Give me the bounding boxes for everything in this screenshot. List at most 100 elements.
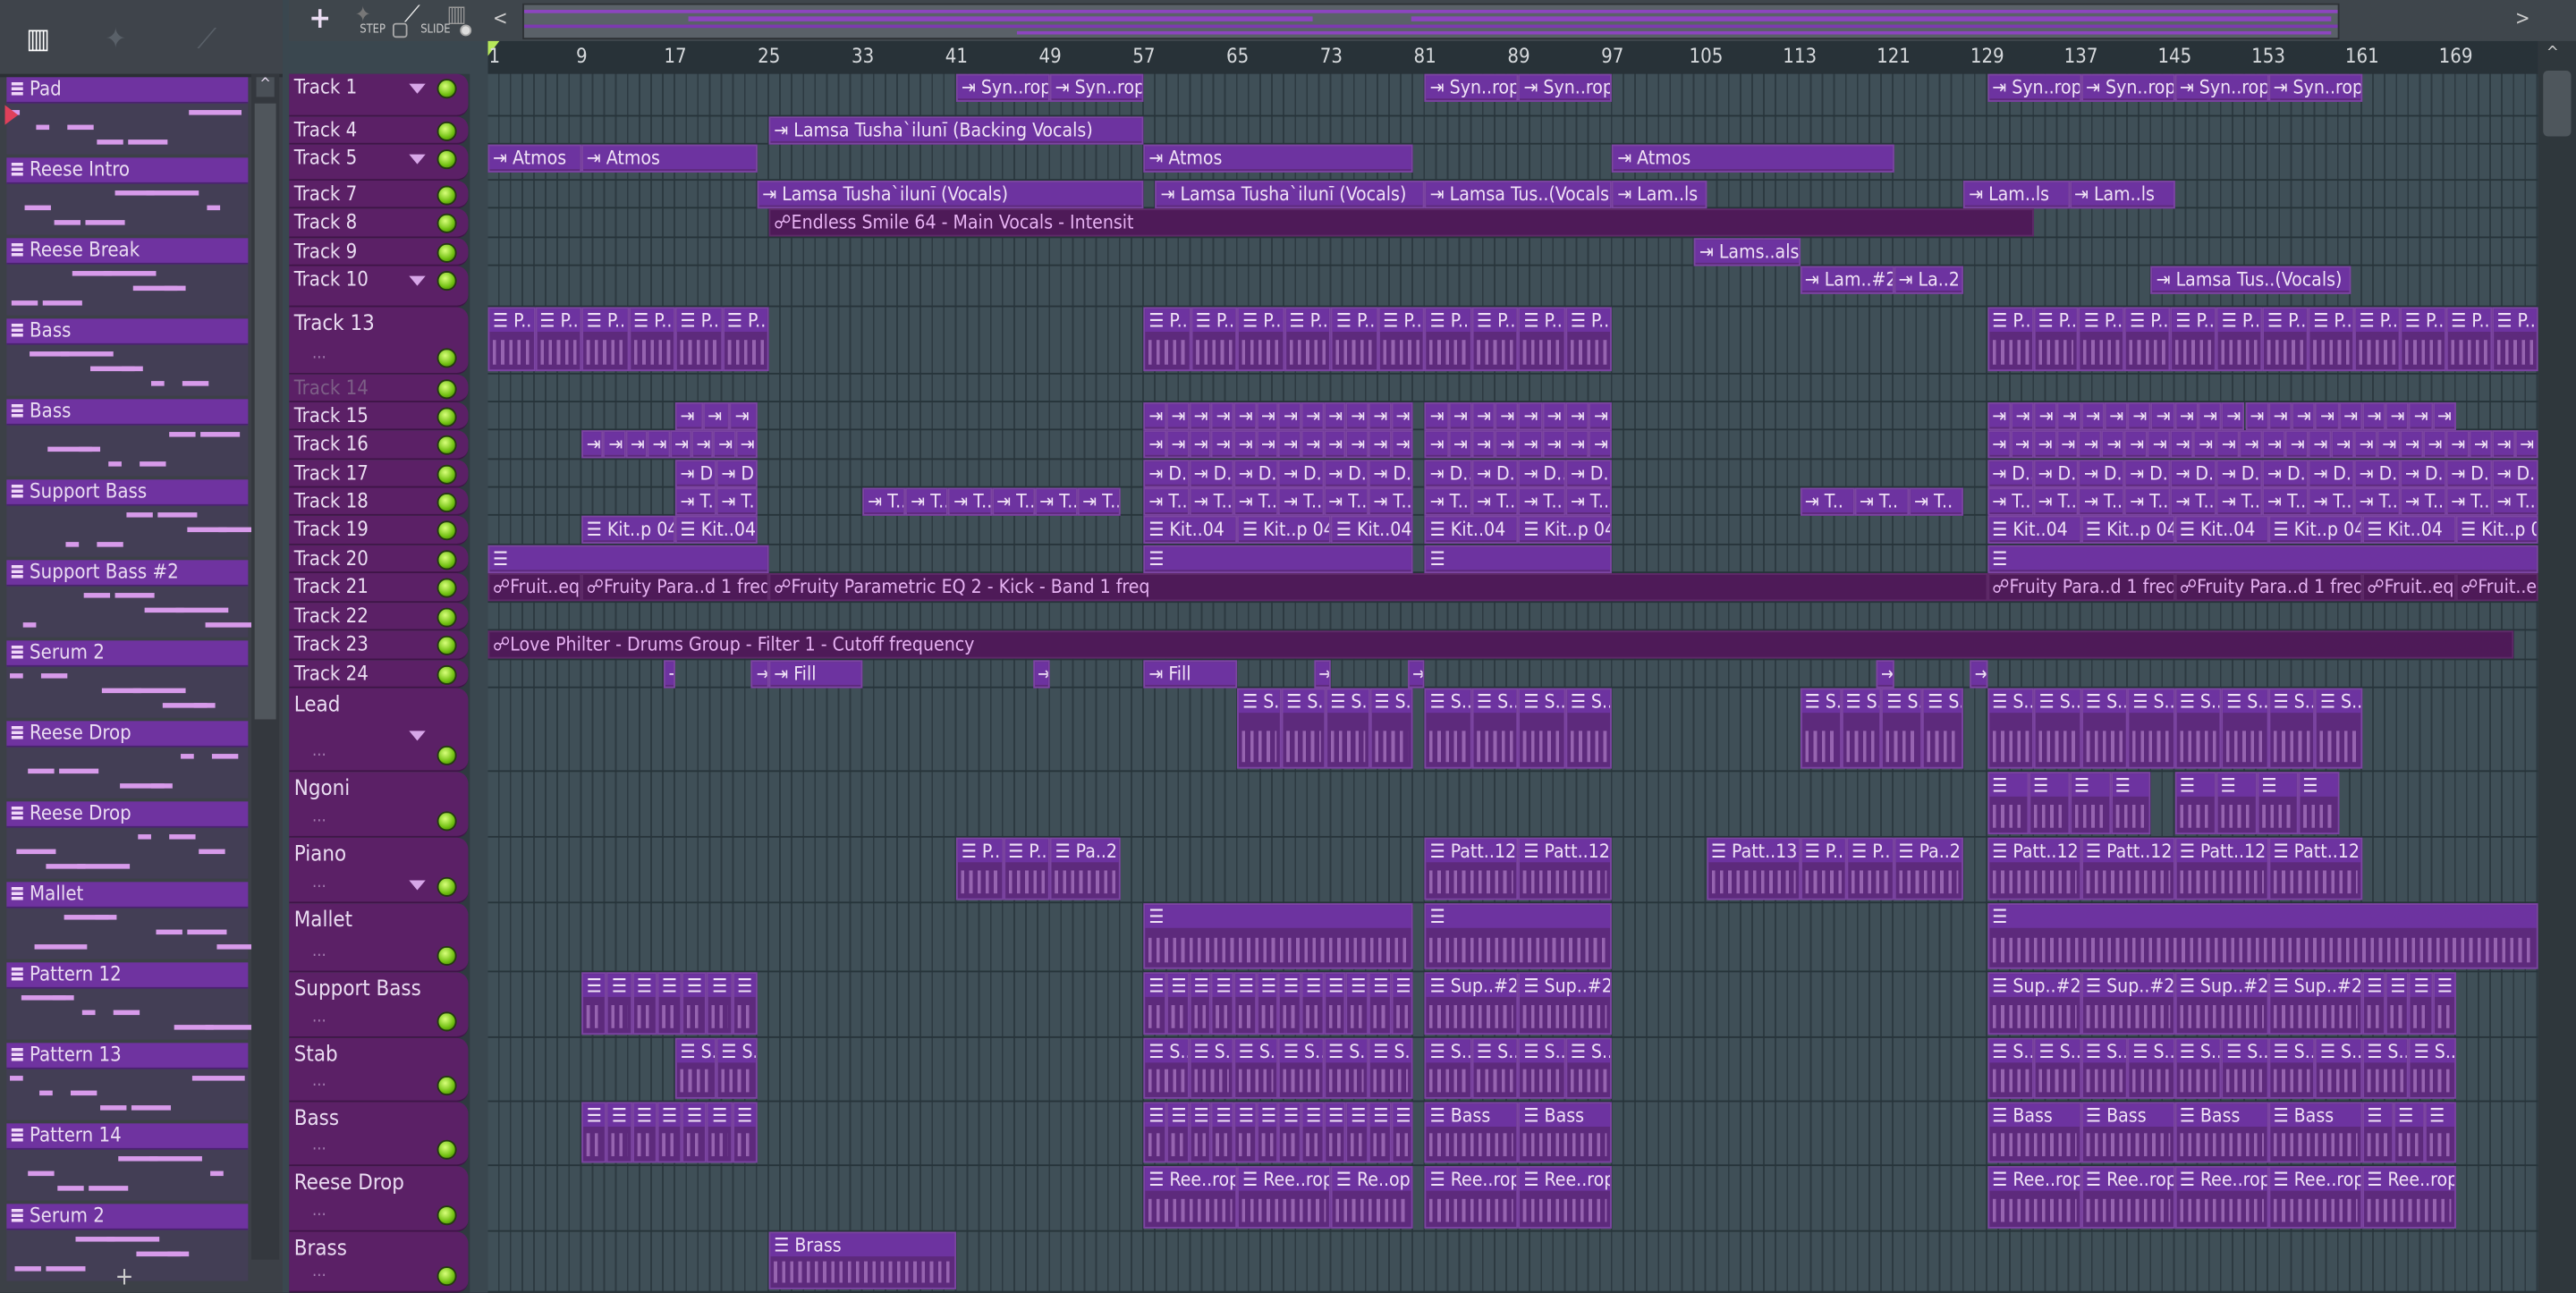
playlist-clip[interactable]: ⇥ D.. <box>1565 460 1613 488</box>
track-mute-button[interactable] <box>436 1205 457 1226</box>
track-dropdown-icon[interactable] <box>409 731 426 741</box>
playlist-clip[interactable]: ☰ S.. <box>1471 1037 1519 1099</box>
playlist-clip[interactable]: ⇥ T.. <box>1323 487 1368 516</box>
playlist-clip[interactable]: ☰ <box>2069 772 2111 835</box>
playlist-clip[interactable]: ☰ <box>487 545 769 574</box>
playlist-clip[interactable]: ☰ S.. <box>2080 1037 2128 1099</box>
playlist-clip[interactable]: ⇥ D.. <box>2262 460 2309 488</box>
playlist-clip[interactable]: ☰ S.. <box>1881 688 1923 769</box>
playlist-clip[interactable]: ⇥ <box>1143 430 1166 459</box>
playlist-clip[interactable]: ⇥ <box>647 430 670 459</box>
scroll-up-icon[interactable]: ^ <box>256 77 275 97</box>
track-lane[interactable]: ⇥ ⇥ ⇥ Fill⇥ ⇥ Fill⇥ ⇥ ⇥ ⇥ <box>487 660 2538 689</box>
playlist-clip[interactable]: ☰ P.. <box>628 307 676 372</box>
playlist-clip[interactable]: ☍Fruity Para..d 1 freq <box>2174 573 2362 602</box>
playlist-clip[interactable]: ⇥ <box>1323 430 1346 459</box>
playlist-clip[interactable]: ⇥ D.. <box>2124 460 2171 488</box>
playlist-clip[interactable]: ☰ S.. <box>1325 688 1369 769</box>
playlist-clip[interactable]: ⇥ D.. <box>675 460 716 488</box>
playlist-clip[interactable]: ☰ P.. <box>2033 307 2080 372</box>
playlist-clip[interactable]: ☰ <box>1987 903 2538 969</box>
channel-item[interactable]: Pattern 13 <box>6 1043 249 1120</box>
playlist-clip[interactable]: ☍Fruit..eq <box>2361 573 2456 602</box>
playlist-clip[interactable]: ☰ Kit..04 <box>2361 515 2456 544</box>
track-header[interactable]: Stab... <box>289 1037 469 1103</box>
track-lane[interactable]: ☰ S..☰ S..☰ S..☰ S..☰ S..☰ S..☰ S..☰ S..… <box>487 688 2538 773</box>
playlist-clip[interactable]: ☰ <box>581 1102 607 1163</box>
track-mute-button[interactable] <box>436 1266 457 1287</box>
playlist-clip[interactable]: ⇥ <box>2409 401 2433 431</box>
playlist-clip[interactable]: ⇥ D.. <box>2033 460 2080 488</box>
playlist-clip[interactable]: ☰ S.. <box>1189 1037 1234 1099</box>
track-dropdown-icon[interactable] <box>409 880 426 891</box>
track-header[interactable]: Track 1 <box>289 73 469 117</box>
playlist-clip[interactable]: ⇥ <box>2010 430 2034 459</box>
playlist-clip[interactable]: ⇥ D.. <box>1471 460 1519 488</box>
audio-wave-icon[interactable]: ✦ <box>106 23 127 56</box>
playlist-clip[interactable]: ⇥ <box>1565 430 1589 459</box>
track-header[interactable]: Mallet... <box>289 903 469 973</box>
playlist-clip[interactable]: ☰ Ree..rop <box>1425 1166 1519 1229</box>
playlist-clip[interactable]: ⇥ Lam..ls <box>2069 181 2175 209</box>
playlist-clip[interactable]: ⇥ Lams..als <box>1694 238 1801 266</box>
playlist-clip[interactable]: ⇥ Fill <box>768 660 863 689</box>
playlist-clip[interactable]: ⇥ <box>603 430 626 459</box>
playlist-clip[interactable]: ⇥ T.. <box>1518 487 1566 516</box>
playlist-clip[interactable]: ⇥ D.. <box>1987 460 2034 488</box>
playlist-clip[interactable]: ☰ Patt..12 <box>2268 837 2362 900</box>
playlist-clip[interactable]: ⇥ Lamsa Tus..(Vocals) <box>1425 181 1613 209</box>
playlist-clip[interactable]: ⇥ <box>2338 401 2362 431</box>
track-lane[interactable]: ☍Fruit..eq ☍Fruity Para..d 1 freq ☍Fruity … <box>487 573 2538 604</box>
playlist-clip[interactable]: ⇥ T.. <box>991 487 1035 516</box>
playlist-clip[interactable]: ☰ P.. <box>1518 307 1566 372</box>
playlist-clip[interactable]: ☰ <box>1425 545 1613 574</box>
playlist-clip[interactable]: ☰ <box>682 1102 708 1163</box>
playlist-clip[interactable]: ⇥ <box>2034 401 2058 431</box>
playlist-clip[interactable]: ⇥ <box>1876 660 1894 689</box>
playlist-clip[interactable]: ☰ Bass <box>2080 1102 2175 1163</box>
playlist-clip[interactable]: ⇥ <box>1425 401 1449 431</box>
playlist-clip[interactable]: ⇥ Lamsa Tusha`ilunī (Vocals) <box>757 181 1144 209</box>
playlist-clip[interactable]: ⇥ <box>1345 401 1368 431</box>
playlist-clip[interactable]: ☰ Kit..04 <box>1143 515 1238 544</box>
playlist-clip[interactable]: ☰ <box>1256 972 1279 1035</box>
playlist-clip[interactable]: ⇥ <box>1448 430 1472 459</box>
playlist-clip[interactable]: ⇥ <box>2080 401 2105 431</box>
playlist-clip[interactable]: ⇥ T.. <box>1143 487 1190 516</box>
playlist-clip[interactable]: ☰ <box>2385 972 2410 1035</box>
playlist-clip[interactable]: ⇥ <box>2400 430 2424 459</box>
track-lane[interactable] <box>487 375 2538 402</box>
playlist-clip[interactable]: ⇥ <box>2331 430 2355 459</box>
track-lane[interactable]: ⇥ Lamsa Tusha`ilunī (Backing Vocals) <box>487 116 2538 145</box>
playlist-clip[interactable]: ⇥ <box>1301 430 1324 459</box>
playlist-clip[interactable]: ⇥ D.. <box>1518 460 1566 488</box>
playlist-clip[interactable]: ⇥ <box>2361 401 2386 431</box>
playlist-clip[interactable]: ☰ S.. <box>2361 1037 2410 1099</box>
playlist-clip[interactable]: ⇥ <box>691 430 714 459</box>
playlist-clip[interactable]: ☰ <box>2393 1102 2425 1163</box>
playlist-clip[interactable]: ☰ S.. <box>2315 1037 2362 1099</box>
playlist-clip[interactable]: ⇥ <box>1211 401 1234 431</box>
playlist-clip[interactable]: ⇥ <box>730 401 758 431</box>
playlist-clip[interactable]: ☰ <box>1345 1102 1368 1163</box>
playlist-clip[interactable]: ⇥ D.. <box>1425 460 1472 488</box>
channel-item[interactable]: Mallet <box>6 882 257 959</box>
playlist-clip[interactable]: ⇥ D.. <box>2445 460 2492 488</box>
playlist-clip[interactable]: ⇥ <box>625 430 648 459</box>
playlist-clip[interactable]: ⇥ <box>1323 401 1346 431</box>
automation-icon[interactable]: ⟋ <box>197 23 216 56</box>
playlist-clip[interactable]: ☰ P.. <box>1284 307 1332 372</box>
playlist-clip[interactable]: ☰ Ree..rop <box>1987 1166 2081 1229</box>
track-mute-button[interactable] <box>436 578 457 598</box>
playlist-clip[interactable]: ☰ Kit..04 <box>2174 515 2269 544</box>
playlist-clip[interactable]: ☰ <box>2361 1102 2394 1163</box>
playlist-clip[interactable]: ⇥ <box>2124 430 2148 459</box>
playlist-clip[interactable]: ⇥ D.. <box>1233 460 1279 488</box>
track-mute-button[interactable] <box>436 407 457 427</box>
slide-toggle[interactable] <box>460 24 472 37</box>
track-mute-button[interactable] <box>436 607 457 628</box>
playlist-clip[interactable]: ⇥ <box>1589 401 1613 431</box>
playlist-clip[interactable]: ⇥ <box>1143 401 1166 431</box>
playlist-clip[interactable]: ⇥ <box>1278 401 1301 431</box>
playlist-clip[interactable]: ⇥ <box>1425 430 1449 459</box>
